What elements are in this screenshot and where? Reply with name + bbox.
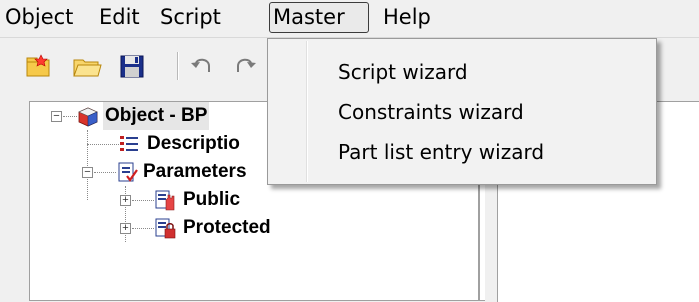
expand-icon[interactable]: + bbox=[120, 223, 131, 234]
object-cube-icon bbox=[78, 107, 98, 127]
public-icon bbox=[155, 190, 175, 211]
menu-help[interactable]: Help bbox=[380, 2, 434, 33]
menu-item-constraints-wizard[interactable]: Constraints wizard bbox=[338, 92, 524, 132]
master-menu-dropdown: Script wizard Constraints wizard Part li… bbox=[267, 38, 657, 185]
redo-button[interactable] bbox=[228, 52, 260, 80]
tree-connector bbox=[94, 172, 116, 173]
menu-bar: Object Edit Script Master Help bbox=[0, 0, 699, 37]
new-icon bbox=[26, 54, 50, 77]
redo-icon bbox=[237, 58, 256, 72]
tree-item-label: Parameters bbox=[143, 161, 247, 182]
save-icon bbox=[120, 55, 144, 78]
new-button[interactable] bbox=[23, 52, 55, 80]
tree-connector bbox=[87, 144, 119, 145]
tree-connector bbox=[132, 200, 154, 201]
menu-gutter bbox=[306, 41, 308, 182]
undo-button[interactable] bbox=[187, 52, 219, 80]
menu-item-script-wizard[interactable]: Script wizard bbox=[338, 52, 468, 92]
tree-row-protected[interactable]: + Protected bbox=[30, 214, 470, 242]
menu-object[interactable]: Object bbox=[2, 2, 76, 33]
expand-icon[interactable]: + bbox=[120, 195, 131, 206]
tree-item-label: Public bbox=[183, 189, 241, 210]
tree-row-public[interactable]: + Public bbox=[30, 186, 470, 214]
tree-connector bbox=[63, 116, 77, 117]
menu-script[interactable]: Script bbox=[157, 2, 224, 33]
menu-edit[interactable]: Edit bbox=[96, 2, 143, 33]
tree-item-label: Descriptio bbox=[147, 133, 240, 154]
tree-item-label: Protected bbox=[183, 217, 271, 238]
save-button[interactable] bbox=[117, 52, 149, 80]
collapse-icon[interactable]: − bbox=[51, 111, 62, 122]
tree-root-label: Object - BP bbox=[103, 102, 210, 130]
menu-item-part-list-entry-wizard[interactable]: Part list entry wizard bbox=[338, 132, 544, 172]
open-button[interactable] bbox=[71, 52, 103, 80]
menu-master[interactable]: Master bbox=[269, 2, 369, 33]
open-folder-icon bbox=[73, 59, 102, 77]
collapse-icon[interactable]: − bbox=[82, 167, 93, 178]
list-icon bbox=[120, 136, 138, 151]
toolbar-separator bbox=[177, 52, 179, 80]
protected-icon bbox=[155, 218, 176, 239]
undo-icon bbox=[191, 58, 210, 72]
tree-connector bbox=[132, 228, 154, 229]
parameters-icon bbox=[118, 162, 138, 182]
